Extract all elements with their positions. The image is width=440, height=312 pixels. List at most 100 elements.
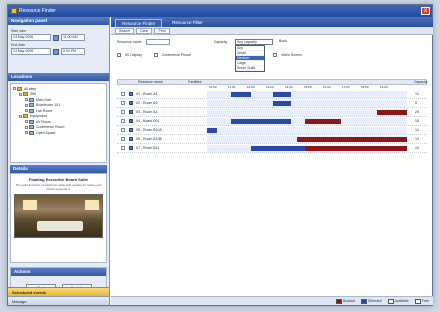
row-checkbox[interactable] xyxy=(121,101,125,105)
timeline-track[interactable] xyxy=(207,135,407,143)
capacity-options[interactable]: Any Small Medium Large Room Suite xyxy=(235,45,265,72)
selected-slot[interactable] xyxy=(273,91,291,97)
calendar-icon[interactable] xyxy=(53,48,59,55)
room-name[interactable]: 04 - Board B01 xyxy=(133,119,193,123)
checkbox[interactable] xyxy=(117,52,121,57)
table-row[interactable]: 04 - Board B01 16 xyxy=(117,117,427,126)
photo-window xyxy=(85,200,99,210)
row-checkbox[interactable] xyxy=(121,119,125,123)
tab-resource-finder[interactable]: Resource Finder xyxy=(115,19,163,27)
nav-manage[interactable]: Manage xyxy=(8,296,109,305)
row-checkbox[interactable] xyxy=(121,128,125,132)
tree-node-label: Boardroom 101 xyxy=(36,103,61,108)
timeline-track[interactable] xyxy=(207,90,407,98)
tree-node-label: All sites xyxy=(24,86,37,91)
row-checkbox[interactable] xyxy=(121,146,125,150)
room-name[interactable]: 05 - Room B10A xyxy=(133,128,193,132)
tree-node-label: Site xyxy=(30,92,37,97)
expand-icon[interactable] xyxy=(25,125,28,129)
tree-node-label: Conference Room xyxy=(36,125,65,130)
column-facilities[interactable]: Facilities xyxy=(188,80,210,84)
grid-body: 01 - Room A1 12 02 - Room B2 8 03 - Room A3 2… xyxy=(117,90,427,153)
selected-slot[interactable] xyxy=(231,118,291,124)
location-tree[interactable]: All sites Site Main Hall Boardroom 101 Lab R… xyxy=(10,83,107,163)
resource-name-input[interactable] xyxy=(145,38,170,45)
room-name[interactable]: 03 - Room A3 xyxy=(133,110,193,114)
room-icon xyxy=(29,103,34,108)
room-name[interactable]: 06 - Room B10B xyxy=(133,137,193,141)
booked-slot[interactable] xyxy=(305,145,407,151)
table-row[interactable]: 02 - Room B2 8 xyxy=(117,99,427,108)
tree-node[interactable]: Open Space xyxy=(13,130,104,136)
locations-header: Locations xyxy=(8,73,109,81)
timeline-track[interactable] xyxy=(207,126,407,134)
end-time-field[interactable]: 5:00 PM xyxy=(61,48,85,55)
book-option-label: Book xyxy=(279,39,287,43)
room-icon xyxy=(29,125,34,130)
checkbox[interactable] xyxy=(153,52,158,57)
search-button[interactable]: Search xyxy=(115,27,135,34)
table-row[interactable]: 05 - Room B10A 10 xyxy=(117,126,427,135)
calendar-icon[interactable] xyxy=(53,34,59,41)
nav-bars: Scheduled events Manage xyxy=(8,287,109,305)
expand-icon[interactable] xyxy=(25,98,28,102)
selected-slot[interactable] xyxy=(273,100,291,106)
expand-icon[interactable] xyxy=(25,109,28,113)
dropdown-option[interactable]: Room Suite xyxy=(236,66,264,71)
print-button[interactable]: Print xyxy=(154,27,170,34)
timeline-track[interactable] xyxy=(207,117,407,125)
end-date-field[interactable]: 24 May 2006 xyxy=(11,48,51,55)
room-name[interactable]: 07 - Room B11 xyxy=(133,146,193,150)
row-checkbox[interactable] xyxy=(121,137,125,141)
legend-item: Free xyxy=(414,298,429,304)
table-row[interactable]: 07 - Room B11 24 xyxy=(117,144,427,153)
photo-table xyxy=(37,221,83,231)
expand-icon[interactable] xyxy=(19,114,22,118)
tree-node-label: Main Hall xyxy=(36,97,51,102)
start-time-field[interactable]: 11:00 AM xyxy=(61,34,85,41)
checkbox[interactable] xyxy=(273,52,278,57)
clear-button[interactable]: Clear xyxy=(136,27,153,34)
booked-slot[interactable] xyxy=(377,109,407,115)
table-row[interactable]: 06 - Room B10B 10 xyxy=(117,135,427,144)
room-capacity: 16 xyxy=(415,119,419,123)
row-checkbox[interactable] xyxy=(121,92,125,96)
timeline-track[interactable] xyxy=(207,108,407,116)
start-date-field[interactable]: 24 May 2006 xyxy=(11,34,51,41)
row-checkbox[interactable] xyxy=(121,110,125,114)
table-row[interactable]: 03 - Room A3 20 xyxy=(117,108,427,117)
table-row[interactable]: 01 - Room A1 12 xyxy=(117,90,427,99)
tab-resource-filter[interactable]: Resource Filter xyxy=(166,19,209,27)
expand-icon[interactable] xyxy=(13,87,16,91)
selected-slot[interactable] xyxy=(231,91,251,97)
expand-icon[interactable] xyxy=(25,120,28,124)
resource-name-label: Resource name xyxy=(117,39,142,44)
timeline-track[interactable] xyxy=(207,99,407,107)
room-capacity: 8 xyxy=(415,101,417,105)
selected-slot[interactable] xyxy=(251,145,305,151)
room-icon xyxy=(29,97,34,102)
expand-icon[interactable] xyxy=(25,131,28,135)
close-button[interactable]: x xyxy=(421,7,430,15)
column-capacity[interactable]: Capacity xyxy=(414,80,428,84)
selected-slot[interactable] xyxy=(207,127,217,133)
legend-item: Selected xyxy=(361,298,382,304)
room-icon xyxy=(29,108,34,113)
room-icon xyxy=(29,119,34,124)
nav-scheduled-events[interactable]: Scheduled events xyxy=(8,287,109,296)
column-resource[interactable]: Resource name xyxy=(118,80,188,84)
legend-label: Selected xyxy=(368,299,382,303)
room-name[interactable]: 02 - Room B2 xyxy=(133,101,193,105)
detail-text: The suite includes a boardroom table wit… xyxy=(15,183,102,191)
expand-icon[interactable] xyxy=(19,92,22,96)
booked-slot[interactable] xyxy=(297,136,407,142)
date-section: Start date 24 May 2006 11:00 AM End date… xyxy=(8,25,109,73)
room-capacity: 24 xyxy=(415,146,419,150)
room-name[interactable]: 01 - Room A1 xyxy=(133,92,193,96)
details-section: Details Floating Executive Board Suite T… xyxy=(10,165,107,263)
details-body: Floating Executive Board Suite The suite… xyxy=(10,173,107,263)
expand-icon[interactable] xyxy=(25,103,28,107)
capacity-label: Capacity xyxy=(213,39,228,44)
booked-slot[interactable] xyxy=(305,118,341,124)
timeline-track[interactable] xyxy=(207,144,407,152)
